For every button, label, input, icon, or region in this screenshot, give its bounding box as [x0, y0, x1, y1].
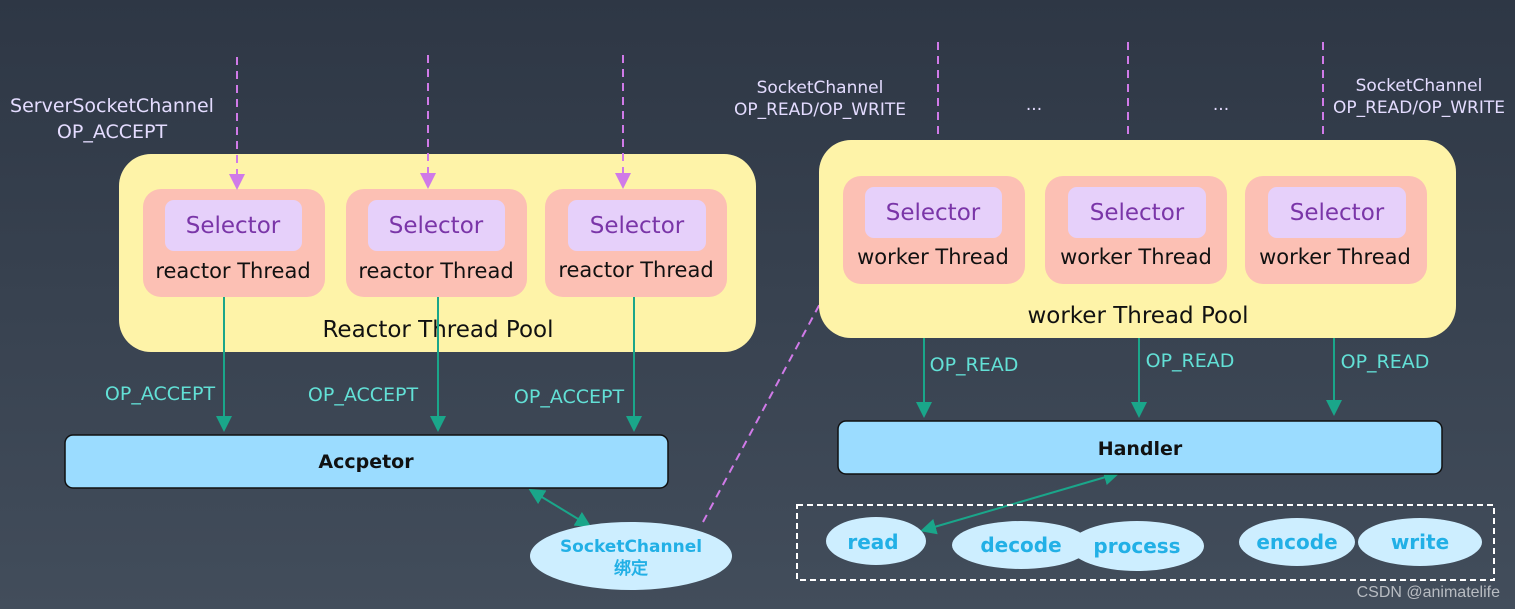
step-write: write	[1358, 518, 1482, 566]
step-process: process	[1070, 521, 1204, 571]
op-accept-input-label: OP_ACCEPT	[57, 121, 168, 143]
selector-label: Selector	[1090, 200, 1185, 226]
reactor-diagram: ServerSocketChannel OP_ACCEPT Reactor Th…	[10, 42, 1505, 601]
bind-label: 绑定	[614, 558, 648, 579]
step-label: write	[1391, 530, 1449, 554]
handler-label: Handler	[1098, 438, 1183, 460]
thread-label: worker Thread	[1259, 245, 1411, 269]
op-read-label: OP_READ	[1341, 351, 1430, 373]
worker-thread-3: Selector worker Thread	[1245, 176, 1427, 284]
ellipsis: ...	[1213, 95, 1229, 115]
step-decode: decode	[952, 521, 1090, 569]
op-read-label: OP_READ	[1146, 350, 1235, 372]
op-accept-label: OP_ACCEPT	[105, 383, 216, 405]
worker-thread-2: Selector worker Thread	[1045, 176, 1227, 284]
watermark: CSDN @animatelife	[1357, 584, 1501, 601]
thread-label: worker Thread	[1060, 245, 1212, 269]
step-label: read	[847, 530, 898, 554]
selector-label: Selector	[590, 213, 685, 239]
step-label: encode	[1256, 530, 1337, 554]
reactor-thread-3: Selector reactor Thread	[545, 189, 727, 297]
worker-thread-1: Selector worker Thread	[843, 176, 1025, 284]
op-read-label: OP_READ	[930, 354, 1019, 376]
reactor-thread-2: Selector reactor Thread	[346, 189, 527, 297]
acceptor-label: Accpetor	[318, 451, 414, 473]
step-read: read	[826, 517, 926, 565]
worker-pool-label: worker Thread Pool	[1027, 303, 1248, 329]
selector-label: Selector	[389, 213, 484, 239]
step-label: process	[1093, 534, 1180, 558]
step-encode: encode	[1239, 518, 1355, 566]
worker-input-label-left: SocketChannel	[757, 78, 884, 98]
worker-input-label-right: SocketChannel	[1356, 76, 1483, 96]
selector-label: Selector	[886, 200, 981, 226]
reactor-thread-1: Selector reactor Thread	[143, 189, 325, 297]
selector-label: Selector	[186, 213, 281, 239]
op-accept-label: OP_ACCEPT	[514, 386, 625, 408]
selector-label: Selector	[1290, 200, 1385, 226]
server-socket-channel-label: ServerSocketChannel	[10, 95, 214, 117]
worker-input-label-left-op: OP_READ/OP_WRITE	[734, 100, 906, 120]
ellipsis: ...	[1026, 95, 1042, 115]
worker-input-label-right-op: OP_READ/OP_WRITE	[1333, 98, 1505, 118]
thread-label: worker Thread	[857, 245, 1009, 269]
socket-channel-label: SocketChannel	[560, 537, 702, 557]
thread-label: reactor Thread	[358, 259, 513, 283]
op-accept-label: OP_ACCEPT	[308, 384, 419, 406]
thread-label: reactor Thread	[558, 258, 713, 282]
thread-label: reactor Thread	[155, 259, 310, 283]
step-label: decode	[980, 533, 1061, 557]
